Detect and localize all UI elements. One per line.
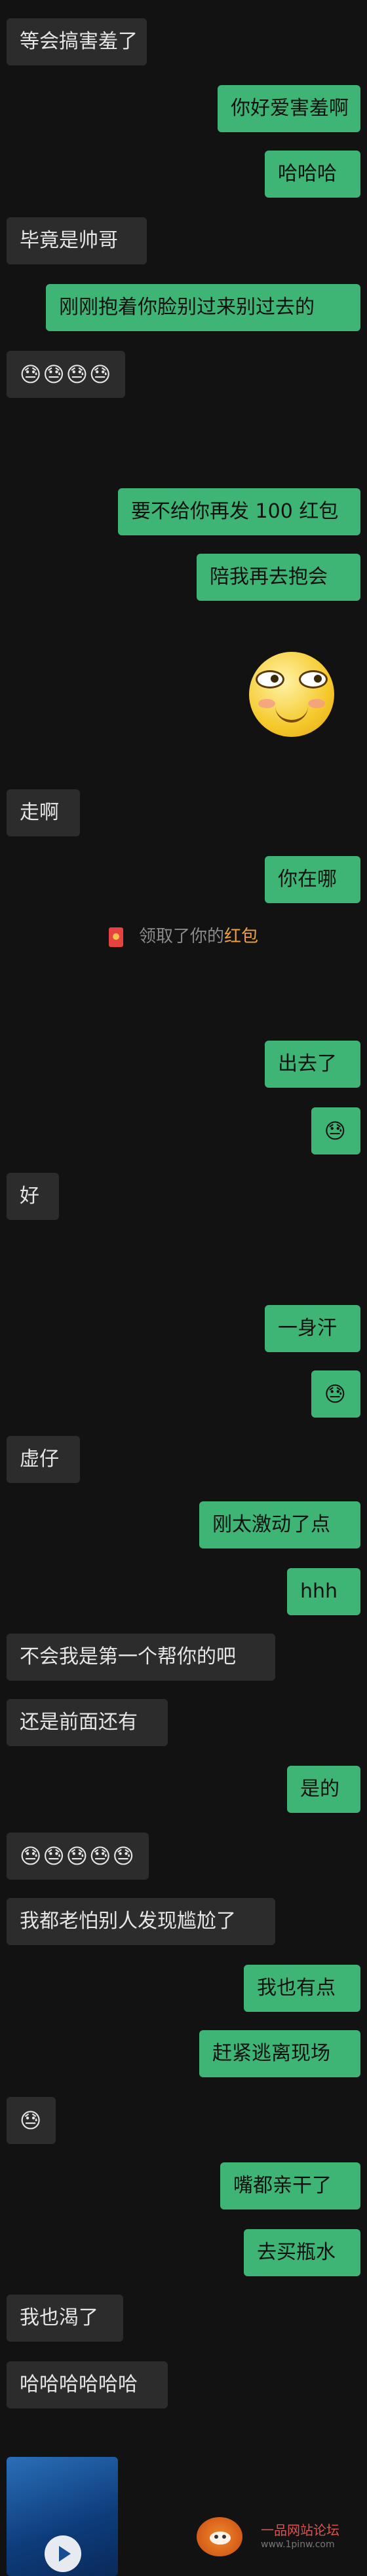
video-thumbnail[interactable]	[7, 2457, 118, 2576]
red-packet-icon	[108, 927, 123, 947]
sweat-emoji-icon: 😓	[112, 1844, 134, 1869]
sweat-emoji-icon: 😓	[324, 1382, 346, 1406]
site-logo	[197, 2517, 242, 2556]
sweat-emoji-icon: 😓	[89, 362, 111, 387]
outgoing-message-bubble[interactable]: 陪我再去抱会	[197, 554, 360, 601]
outgoing-message-bubble[interactable]: 刚刚抱着你脸别过来别过去的	[46, 284, 360, 331]
sweat-emoji-icon: 😓	[20, 362, 42, 387]
outgoing-message-bubble[interactable]: 我也有点	[244, 1965, 360, 2012]
outgoing-message-bubble[interactable]: 一身汗	[265, 1305, 360, 1352]
outgoing-emoji-bubble[interactable]: 😓	[311, 1370, 360, 1418]
sweat-emoji-icon: 😓	[66, 1844, 88, 1869]
chat-area: 等会搞害羞了 你好爱害羞啊 哈哈哈 毕竟是帅哥 刚刚抱着你脸别过来别过去的 😓😓😓😓 要不给…	[0, 0, 367, 2576]
watermark-title: 一品网站论坛	[261, 2522, 339, 2538]
outgoing-message-bubble[interactable]: 哈哈哈	[265, 151, 360, 198]
incoming-message-bubble[interactable]: 还是前面还有	[7, 1699, 168, 1746]
incoming-message-bubble[interactable]: 不会我是第一个帮你的吧	[7, 1634, 275, 1681]
outgoing-message-bubble[interactable]: 赶紧逃离现场	[199, 2030, 360, 2077]
incoming-message-bubble[interactable]: 我都老怕别人发现尴尬了	[7, 1898, 275, 1945]
play-icon[interactable]	[45, 2535, 81, 2572]
outgoing-message-bubble[interactable]: 是的	[287, 1766, 360, 1813]
incoming-message-bubble[interactable]: 毕竟是帅哥	[7, 217, 147, 264]
incoming-emoji-bubble[interactable]: 😓😓😓😓😓	[7, 1833, 149, 1880]
watermark-url: www.1pinw.com	[261, 2539, 335, 2550]
sweat-emoji-icon: 😓	[66, 362, 88, 387]
incoming-message-bubble[interactable]: 好	[7, 1173, 59, 1220]
incoming-message-bubble[interactable]: 等会搞害羞了	[7, 18, 147, 65]
incoming-message-bubble[interactable]: 哈哈哈哈哈哈	[7, 2361, 168, 2408]
incoming-emoji-bubble[interactable]: 😓	[7, 2097, 56, 2144]
outgoing-message-bubble[interactable]: 出去了	[265, 1041, 360, 1088]
sweat-emoji-icon: 😓	[43, 362, 65, 387]
outgoing-emoji-bubble[interactable]: 😓	[311, 1107, 360, 1154]
outgoing-message-bubble[interactable]: 要不给你再发 100 红包	[118, 488, 360, 535]
outgoing-message-bubble[interactable]: 嘴都亲干了	[220, 2162, 360, 2209]
sweat-emoji-icon: 😓	[20, 2108, 42, 2133]
red-packet-link[interactable]: 红包	[224, 927, 258, 946]
incoming-emoji-bubble[interactable]: 😓😓😓😓	[7, 351, 126, 398]
incoming-message-bubble[interactable]: 走啊	[7, 789, 80, 836]
sweat-emoji-icon: 😓	[89, 1844, 111, 1869]
watermark: 一品网站论坛 www.1pinw.com	[197, 2517, 347, 2563]
outgoing-message-bubble[interactable]: 你在哪	[265, 856, 360, 903]
sweat-emoji-icon: 😓	[43, 1844, 65, 1869]
incoming-message-bubble[interactable]: 我也渴了	[7, 2295, 123, 2342]
incoming-message-bubble[interactable]: 虚仔	[7, 1436, 80, 1483]
system-notice: 领取了你的红包	[0, 920, 367, 953]
sweat-emoji-icon: 😓	[20, 1844, 42, 1869]
outgoing-message-bubble[interactable]: 刚太激动了点	[199, 1501, 360, 1548]
sweat-emoji-icon: 😓	[324, 1118, 346, 1143]
system-notice-text: 领取了你的	[138, 927, 224, 946]
blushing-smile-sticker-icon[interactable]	[249, 652, 334, 737]
outgoing-message-bubble[interactable]: 去买瓶水	[244, 2229, 360, 2276]
outgoing-message-bubble[interactable]: hhh	[287, 1568, 360, 1615]
outgoing-message-bubble[interactable]: 你好爱害羞啊	[218, 85, 360, 132]
